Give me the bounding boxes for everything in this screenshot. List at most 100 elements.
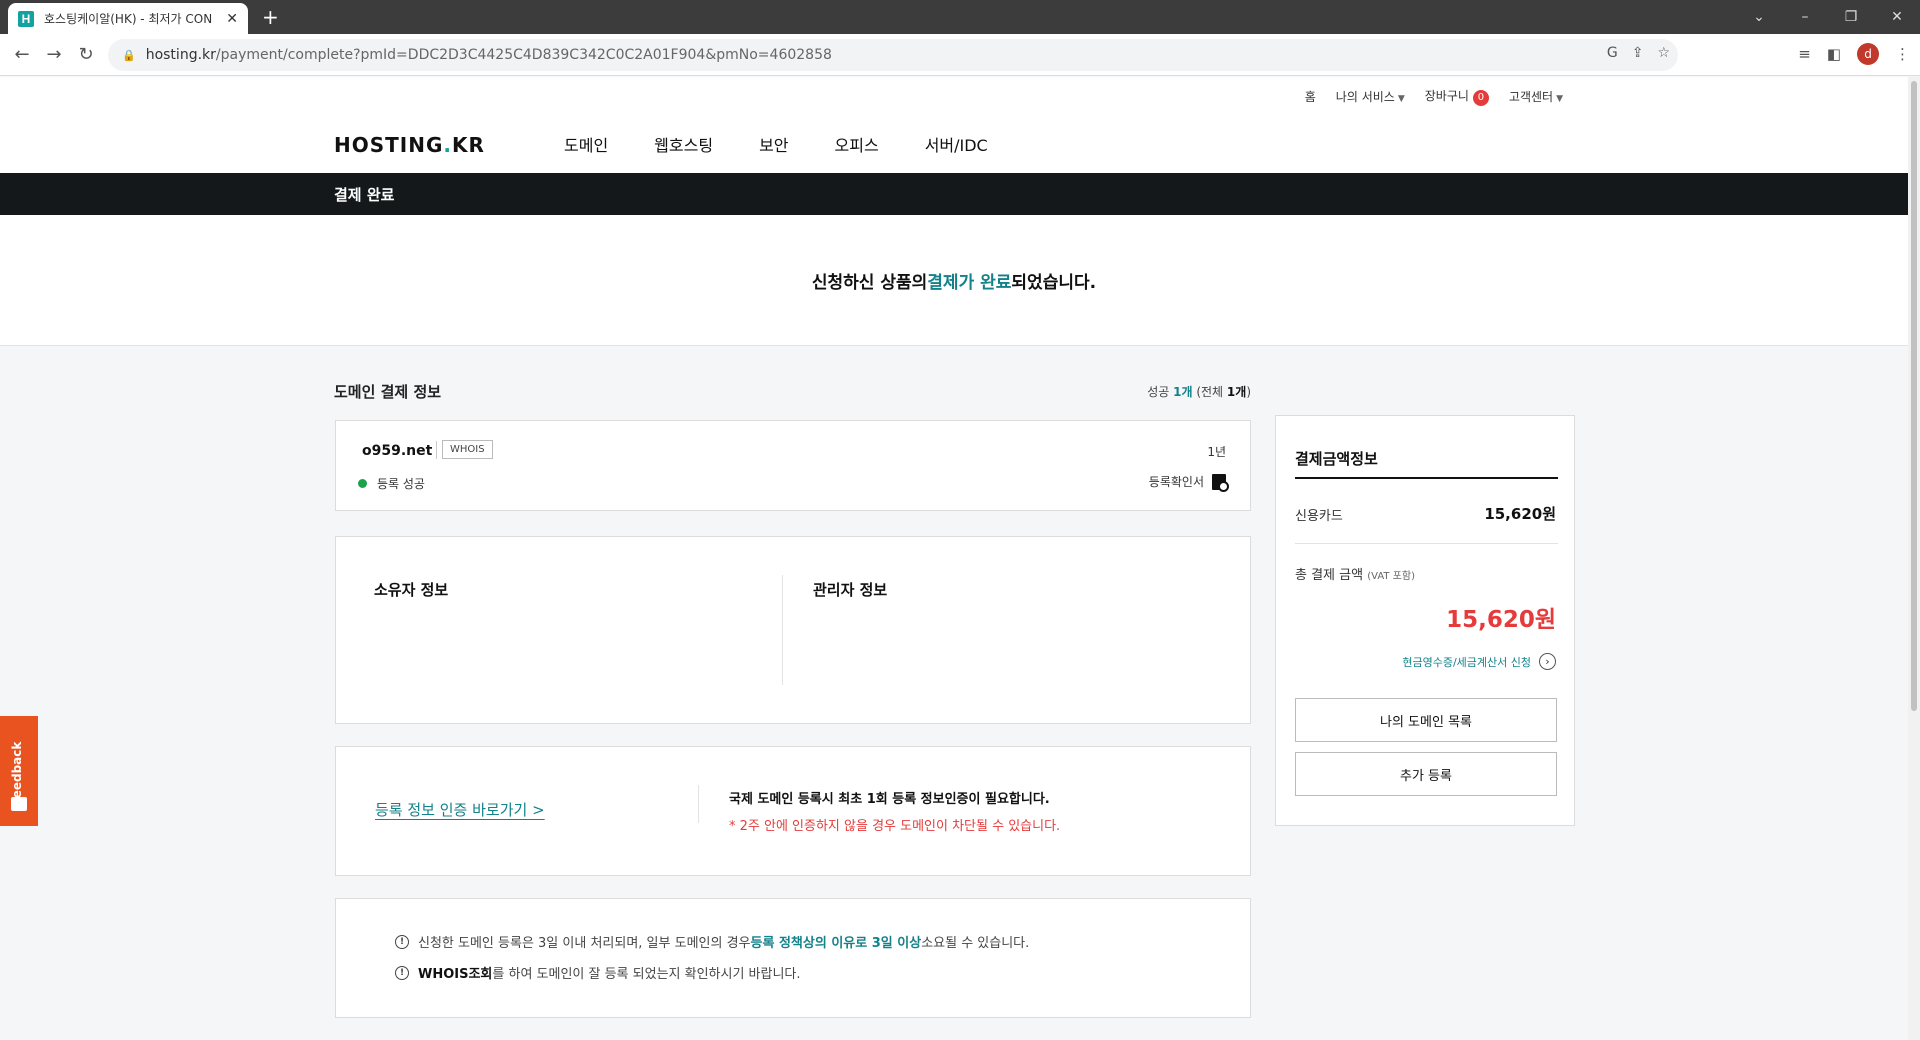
total-label: 총 결제 금액 (VAT 포함) [1295, 564, 1415, 583]
divider [782, 575, 783, 685]
share-icon[interactable]: ⇪ [1632, 45, 1644, 61]
notice1-pre: 신청한 도메인 등록은 3일 이내 처리되며, 일부 도메인의 경우 [418, 936, 751, 951]
main-nav: 도메인 웹호스팅 보안 오피스 서버/IDC [564, 132, 988, 156]
count-success: 1개 [1173, 385, 1193, 399]
total-amount: 15,620원 [1446, 607, 1556, 633]
complete-msg-pre: 신청하신 상품의 [811, 272, 928, 293]
util-support[interactable]: 고객센터 ▼ [1509, 88, 1563, 105]
logo-main: HOSTING [334, 133, 444, 157]
menu-kebab-icon[interactable]: ⋮ [1895, 45, 1910, 63]
feedback-chat-icon [11, 797, 27, 811]
util-home-link[interactable]: 홈 [1305, 88, 1316, 105]
site-favicon-icon: H [18, 10, 34, 27]
scrollbar-thumb[interactable] [1911, 81, 1917, 711]
count-total: 1개 [1226, 385, 1247, 399]
bookmark-star-icon[interactable]: ☆ [1657, 45, 1670, 61]
exclamation-icon: ! [395, 934, 409, 949]
reload-icon[interactable]: ↻ [70, 44, 102, 65]
back-icon[interactable]: ← [6, 44, 38, 65]
verification-required-text: 국제 도메인 등록시 최초 1회 등록 정보인증이 필요합니다. [729, 792, 1050, 807]
owner-info-title: 소유자 정보 [374, 581, 449, 599]
notice-item: ! WHOIS조회 를 하여 도메인이 잘 등록 되었는지 확인하시기 바랍니다. [395, 963, 801, 982]
chevron-right-icon: › [1539, 653, 1556, 670]
minimize-icon[interactable]: – [1782, 9, 1828, 25]
tab-close-icon[interactable]: ✕ [226, 11, 238, 27]
nav-domain[interactable]: 도메인 [564, 132, 608, 156]
new-tab-icon[interactable]: + [262, 5, 279, 29]
reading-list-icon[interactable]: ≡ [1798, 45, 1811, 63]
domain-name: o959.net [362, 443, 433, 459]
payment-summary-card: 결제금액정보 신용카드 15,620원 총 결제 금액 (VAT 포함) 15,… [1275, 415, 1575, 826]
divider [1295, 543, 1558, 544]
omnibox-icons: G ⇪ ☆ [1607, 45, 1670, 61]
complete-msg-post: 되었습니다. [1011, 272, 1097, 293]
count-total-post: ) [1246, 385, 1251, 399]
nav-server-idc[interactable]: 서버/IDC [925, 132, 988, 156]
whois-button[interactable]: WHOIS [442, 440, 493, 459]
browser-tabbar: H 호스팅케이알(HK) - 최저가 CON ✕ + ⌄ – ❐ ✕ [0, 0, 1920, 34]
card-amount: 15,620원 [1484, 505, 1556, 523]
certificate-label: 등록확인서 [1148, 475, 1204, 489]
total-label-text: 총 결제 금액 [1295, 568, 1364, 583]
count-total-pre: (전체 [1192, 385, 1227, 399]
toolbar-right: ≡ ◧ d ⋮ [1798, 43, 1910, 65]
util-cart[interactable]: 장바구니 0 [1425, 87, 1489, 106]
util-my-service[interactable]: 나의 서비스 ▼ [1336, 88, 1405, 105]
my-domains-button[interactable]: 나의 도메인 목록 [1295, 698, 1557, 742]
notice1-highlight: 등록 정책상의 이유로 3일 이상 [750, 936, 922, 951]
success-dot-icon [358, 479, 367, 488]
url-text: hosting.kr/payment/complete?pmId=DDC2D3C… [146, 47, 832, 63]
divider [1295, 477, 1558, 479]
site-logo[interactable]: HOSTING.KR [334, 133, 485, 157]
utility-nav: 홈 나의 서비스 ▼ 장바구니 0 고객센터 ▼ [1305, 87, 1563, 106]
my-service-label: 나의 서비스 [1335, 90, 1395, 104]
logo-dot: . [443, 133, 452, 157]
domain-section-header: 도메인 결제 정보 성공 1개 (전체 1개) [334, 381, 1251, 402]
url-path: /payment/complete?pmId=DDC2D3C4425C4D839… [215, 47, 832, 63]
google-translate-icon[interactable]: G [1607, 45, 1618, 61]
feedback-tab[interactable]: Feedback [0, 716, 38, 826]
side-panel-icon[interactable]: ◧ [1827, 45, 1841, 63]
complete-msg-highlight: 결제가 완료 [927, 272, 1012, 293]
certificate-link[interactable]: 등록확인서 [1148, 473, 1229, 492]
notice-card: ! 신청한 도메인 등록은 3일 이내 처리되며, 일부 도메인의 경우 등록 … [335, 898, 1251, 1018]
verification-card: 등록 정보 인증 바로가기 > 국제 도메인 등록시 최초 1회 등록 정보인증… [335, 746, 1251, 876]
notice1-post: 소요될 수 있습니다. [921, 936, 1030, 951]
restore-icon[interactable]: ❐ [1828, 9, 1874, 25]
admin-info-title: 관리자 정보 [813, 581, 888, 599]
count-success-label: 성공 [1147, 385, 1174, 399]
domain-count: 성공 1개 (전체 1개) [1147, 383, 1251, 400]
tab-title: 호스팅케이알(HK) - 최저가 CON [44, 12, 213, 26]
cart-count-badge: 0 [1472, 90, 1489, 106]
completion-message: 신청하신 상품의 결제가 완료 되었습니다. [0, 215, 1908, 346]
close-window-icon[interactable]: ✕ [1874, 9, 1920, 25]
card-label: 신용카드 [1295, 509, 1343, 524]
notice-item: ! 신청한 도메인 등록은 3일 이내 처리되며, 일부 도메인의 경우 등록 … [395, 932, 1029, 951]
domain-section-title: 도메인 결제 정보 [334, 383, 442, 401]
forward-icon[interactable]: → [38, 44, 70, 65]
address-bar[interactable]: 🔒 hosting.kr/payment/complete?pmId=DDC2D… [108, 39, 1678, 71]
window-controls: ⌄ – ❐ ✕ [1736, 0, 1920, 34]
registration-period: 1년 [1207, 445, 1226, 459]
logo-suffix: KR [452, 133, 485, 157]
receipt-request-link[interactable]: 현금영수증/세금계산서 신청 › [1402, 653, 1556, 670]
site-header: 홈 나의 서비스 ▼ 장바구니 0 고객센터 ▼ HOSTING.KR 도메인 웹호스… [0, 77, 1908, 173]
notice2-post: 를 하여 도메인이 잘 등록 되었는지 확인하시기 바랍니다. [492, 967, 801, 982]
page-scrollbar[interactable] [1908, 77, 1920, 1040]
page-title: 결제 완료 [0, 173, 1908, 215]
profile-avatar[interactable]: d [1857, 43, 1879, 65]
divider [436, 441, 437, 459]
lock-icon[interactable]: 🔒 [122, 49, 136, 62]
nav-security[interactable]: 보안 [759, 132, 788, 156]
support-label: 고객센터 [1508, 90, 1554, 104]
browser-tab[interactable]: H 호스팅케이알(HK) - 최저가 CON ✕ [8, 3, 248, 34]
nav-office[interactable]: 오피스 [835, 132, 879, 156]
browser-toolbar: ← → ↻ 🔒 hosting.kr/payment/complete?pmId… [0, 34, 1920, 76]
tab-search-icon[interactable]: ⌄ [1736, 9, 1782, 25]
nav-webhosting[interactable]: 웹호스팅 [654, 132, 713, 156]
domain-result-card: o959.net WHOIS 등록 성공 1년 등록확인서 [335, 420, 1251, 511]
caret-down-icon: ▼ [1556, 94, 1563, 104]
add-registration-button[interactable]: 추가 등록 [1295, 752, 1557, 796]
divider [698, 785, 699, 823]
verify-registration-link[interactable]: 등록 정보 인증 바로가기 > [375, 799, 545, 820]
